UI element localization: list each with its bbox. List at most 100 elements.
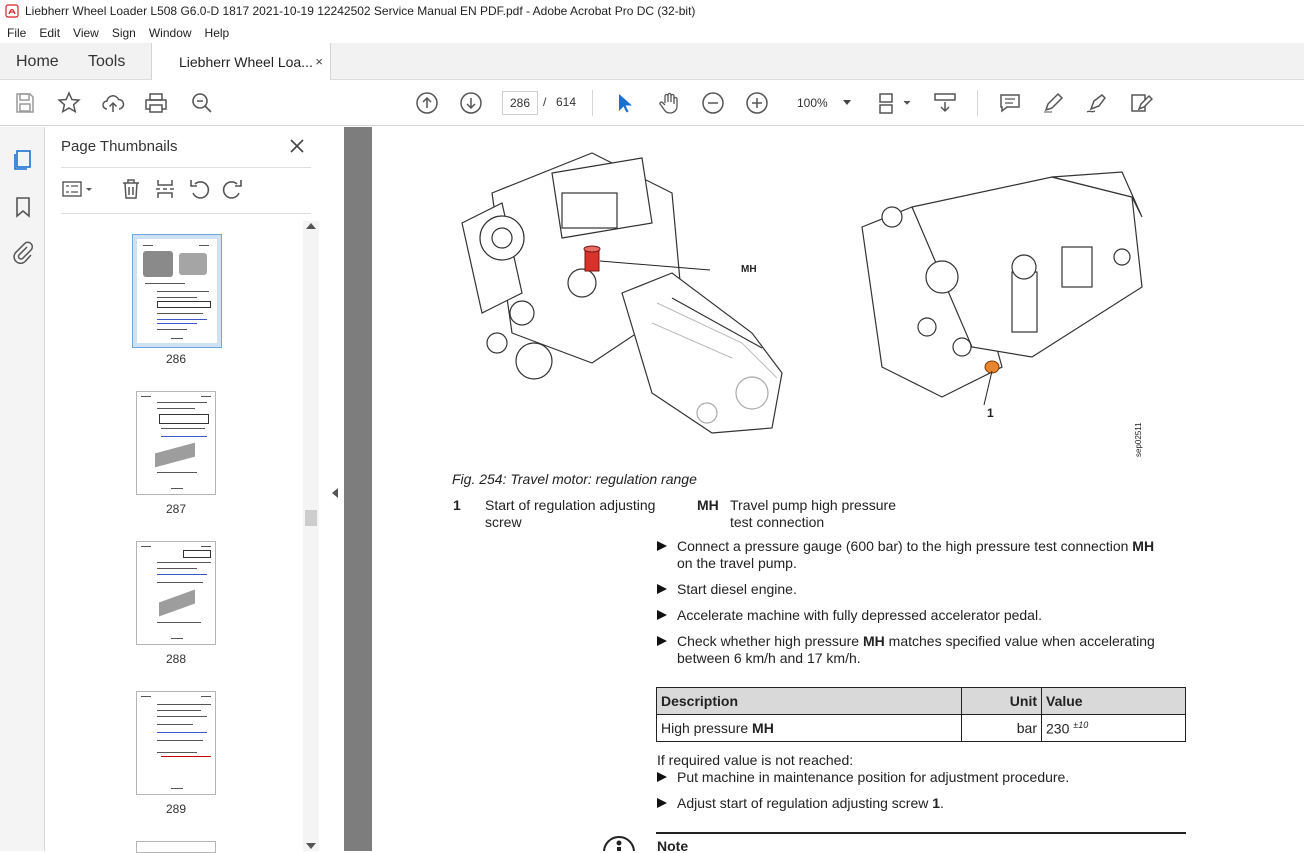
step-arrow-icon (657, 541, 667, 551)
step-text: Check whether high pressure (677, 633, 863, 649)
step-text: between 6 km/h and 17 km/h. (677, 650, 861, 666)
step-maintenance-position: Put machine in maintenance position for … (657, 769, 1197, 786)
menu-file[interactable]: File (0, 26, 32, 40)
table-header-row: Description Unit Value (656, 687, 1186, 715)
thumbnail-page-286[interactable] (132, 234, 222, 348)
toolbar-divider (592, 90, 593, 116)
menu-sign[interactable]: Sign (105, 26, 142, 40)
step-arrow-icon (657, 584, 667, 594)
next-page-icon[interactable] (459, 91, 483, 115)
scroll-down-icon[interactable] (306, 843, 316, 849)
menu-window[interactable]: Window (142, 26, 198, 40)
thumbnail-page-287[interactable] (136, 391, 216, 495)
zoom-out-icon[interactable] (701, 91, 725, 115)
step-arrow-icon (657, 636, 667, 646)
panel-title: Page Thumbnails (61, 138, 178, 155)
page-number-input[interactable]: 286 (502, 91, 538, 115)
menu-help[interactable]: Help (198, 26, 236, 40)
rotate-counterclockwise-icon[interactable] (187, 177, 211, 201)
step-text: Start diesel engine. (677, 581, 797, 597)
scroll-mode-icon[interactable] (933, 91, 957, 115)
tab-home[interactable]: Home (16, 43, 59, 80)
save-icon[interactable] (13, 91, 37, 115)
zoom-select[interactable]: 100% (787, 91, 859, 115)
cell-description: High pressure MH (656, 714, 962, 742)
step-start-engine: Start diesel engine. (657, 581, 1197, 598)
rotate-clockwise-icon[interactable] (221, 177, 245, 201)
legend-key-mh: MH (697, 497, 719, 513)
print-icon[interactable] (144, 91, 168, 115)
menu-view[interactable]: View (66, 26, 105, 40)
thumbnail-page-288[interactable] (136, 541, 216, 645)
table-row: High pressure MH bar 230 ±10 (656, 714, 1186, 742)
attachments-paperclip-icon[interactable] (11, 240, 35, 264)
scrollbar-thumb[interactable] (305, 510, 317, 526)
tab-tools[interactable]: Tools (88, 43, 125, 80)
options-menu-icon[interactable] (61, 177, 95, 201)
tab-document-label: Liebherr Wheel Loa... (179, 54, 313, 70)
tab-bar: Home Tools Liebherr Wheel Loa... × (0, 43, 1304, 81)
step-text: matches specified value when acceleratin… (884, 633, 1155, 649)
page-fit-icon[interactable] (877, 91, 913, 115)
thumbnail-label-289: 289 (165, 802, 187, 816)
highlight-pen-icon[interactable] (1041, 91, 1065, 115)
step-connect-gauge: Connect a pressure gauge (600 bar) to th… (657, 538, 1197, 572)
step-check-pressure: Check whether high pressure MH matches s… (657, 633, 1197, 667)
previous-page-icon[interactable] (415, 91, 439, 115)
step-accelerate: Accelerate machine with fully depressed … (657, 607, 1197, 624)
if-not-reached-text: If required value is not reached: (657, 752, 854, 768)
callout-mh: MH (741, 264, 757, 275)
scroll-up-icon[interactable] (306, 223, 316, 229)
toolbar-divider (977, 90, 978, 116)
legend-text-mh-line2: test connection (730, 514, 825, 530)
left-rail (0, 127, 45, 851)
bookmarks-icon[interactable] (11, 195, 35, 219)
step-text: . (940, 795, 944, 811)
zoom-search-icon[interactable] (190, 91, 214, 115)
page-separator: / (543, 95, 547, 109)
hand-tool-icon[interactable] (657, 91, 681, 115)
thumbnails-panel: Page Thumbnails 286 287 288 289 (45, 127, 326, 853)
step-arrow-icon (657, 798, 667, 808)
cell-tolerance: ±10 (1073, 719, 1089, 730)
cell-value-number: 230 (1046, 720, 1070, 737)
select-cursor-icon[interactable] (612, 91, 636, 115)
close-panel-icon[interactable] (288, 137, 306, 155)
bookmark-star-icon[interactable] (57, 91, 81, 115)
step-text: on the travel pump. (677, 555, 797, 571)
extract-pages-icon[interactable] (153, 177, 177, 201)
travel-pump-illustration (461, 152, 783, 434)
header-unit: Unit (961, 687, 1042, 715)
step-text-bold: MH (863, 633, 885, 649)
collapse-arrow-icon (332, 488, 338, 498)
acrobat-icon (5, 4, 19, 18)
edit-document-icon[interactable] (1129, 91, 1154, 115)
tab-close-icon[interactable]: × (315, 54, 323, 69)
step-text: Connect a pressure gauge (600 bar) to th… (677, 538, 1133, 554)
upload-cloud-icon[interactable] (101, 91, 125, 115)
thumbnails-scrollbar[interactable] (303, 221, 319, 851)
thumbnail-page-next[interactable] (136, 841, 216, 853)
zoom-value: 100% (797, 96, 828, 110)
figure-code: sep02511 (1134, 422, 1143, 457)
cell-text: High pressure (661, 720, 753, 736)
step-text: Adjust start of regulation adjusting scr… (677, 795, 933, 811)
thumbnail-page-289[interactable] (136, 691, 216, 795)
window-title: Liebherr Wheel Loader L508 G6.0-D 1817 2… (25, 4, 696, 18)
thumbnail-label-286: 286 (165, 352, 187, 366)
sign-pen-icon[interactable] (1085, 91, 1109, 115)
step-arrow-icon (657, 610, 667, 620)
panel-tools (61, 177, 311, 203)
zoom-in-icon[interactable] (745, 91, 769, 115)
page-thumbnails-icon[interactable] (11, 148, 35, 172)
title-bar: Liebherr Wheel Loader L508 G6.0-D 1817 2… (0, 0, 1304, 22)
menu-edit[interactable]: Edit (32, 26, 66, 40)
tab-document[interactable]: Liebherr Wheel Loa... × (151, 43, 331, 81)
step-text-bold: 1 (932, 795, 941, 811)
page-count: 614 (556, 95, 577, 109)
panel-collapse-handle[interactable] (326, 127, 344, 851)
comment-icon[interactable] (998, 91, 1022, 115)
travel-motor-illustration (861, 171, 1143, 406)
delete-trash-icon[interactable] (119, 177, 143, 201)
step-arrow-icon (657, 772, 667, 782)
